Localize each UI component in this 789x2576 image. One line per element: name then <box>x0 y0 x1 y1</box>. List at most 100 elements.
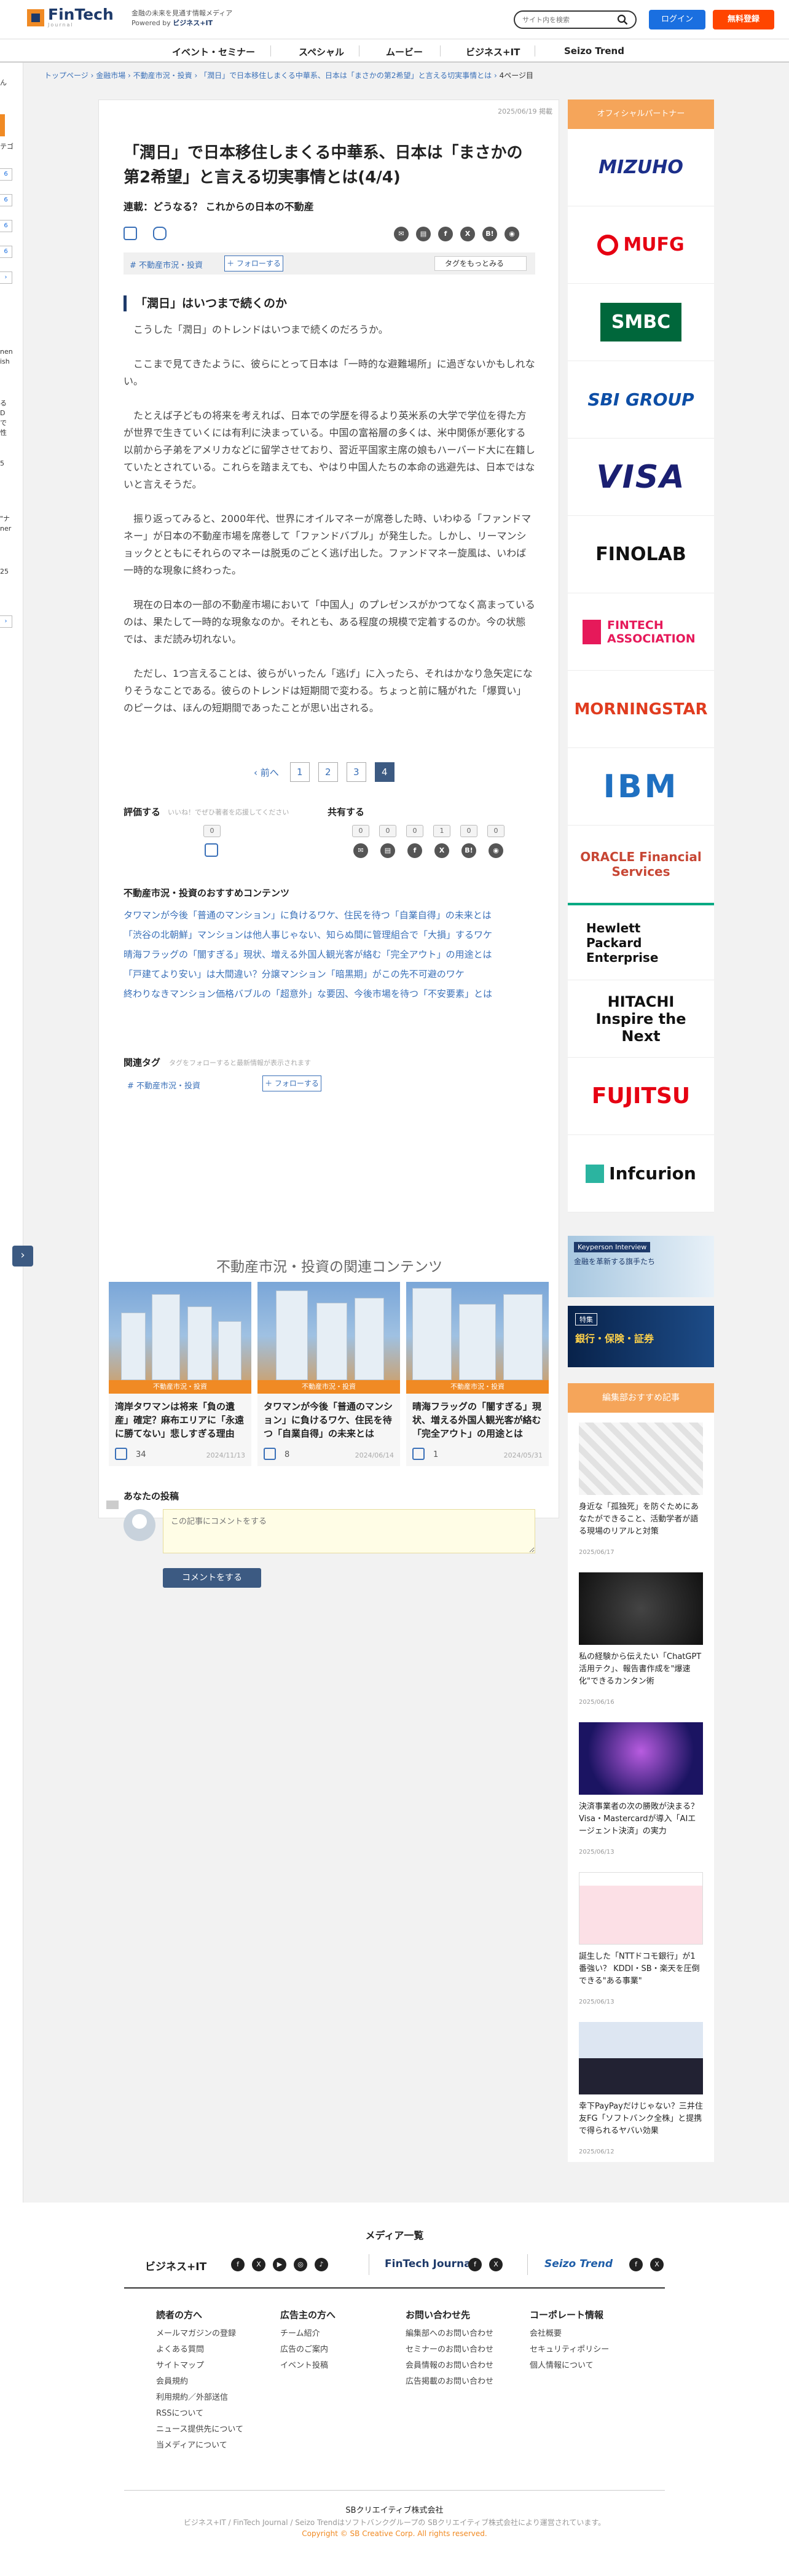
related-card-title[interactable]: 晴海フラッグの「闇すぎる」現状、増える外国人観光客が絡む「完全アウト」の用途とは <box>412 1400 543 1440</box>
chevron-right-icon[interactable]: › <box>0 615 12 628</box>
side-panel-badge[interactable]: 6 <box>0 246 12 258</box>
tagline-brand[interactable]: ビジネス+IT <box>173 19 213 27</box>
media-logo-business-it[interactable]: ビジネス+IT <box>145 2258 206 2273</box>
partner-logo[interactable]: MORNINGSTAR <box>568 671 714 748</box>
pagination-prev[interactable]: ‹ 前へ <box>254 766 279 779</box>
mail-share-icon[interactable]: ✉ <box>353 843 368 858</box>
tag-link[interactable]: # 不動産市況・投資 <box>130 259 203 270</box>
like-icon[interactable] <box>264 1448 276 1460</box>
pagination-page[interactable]: 1 <box>289 762 310 782</box>
pagination-page[interactable]: 2 <box>318 762 338 782</box>
breadcrumb-item[interactable]: 不動産市況・投資 <box>133 71 192 80</box>
related-card[interactable]: 不動産市況・投資 タワマンが今後「普通のマンション」に負けるワケ、住民を待つ「自… <box>257 1282 400 1466</box>
hatena-icon[interactable]: B! <box>482 227 497 241</box>
partner-logo[interactable]: Hewlett Packard Enterprise <box>568 903 714 980</box>
footer-link[interactable]: 利用規約／外部送信 <box>156 2391 228 2402</box>
footer-link[interactable]: RSSについて <box>156 2406 203 2418</box>
media-logo-fintech-journal[interactable]: FinTech Journal <box>385 2258 474 2270</box>
footer-link[interactable]: 広告のご案内 <box>280 2343 328 2354</box>
recommend-link[interactable]: 終わりなきマンション価格バブルの「超意外」な要因、今後市場を待つ「不安要素」とは <box>124 987 535 1000</box>
footer-link[interactable]: サイトマップ <box>156 2359 204 2370</box>
x-icon[interactable]: X <box>460 227 475 241</box>
editor-pick-item[interactable]: 誕生した「NTTドコモ銀行」が1番強い？ KDDI・SB・楽天を圧倒できる"ある… <box>568 1862 714 2012</box>
breadcrumb-item[interactable]: トップページ <box>44 71 88 80</box>
partner-logo[interactable]: Infcurion <box>568 1135 714 1212</box>
partner-logo[interactable]: HITACHI Inspire the Next <box>568 980 714 1058</box>
footer-link[interactable]: 広告掲載のお問い合わせ <box>406 2375 493 2386</box>
footer-link[interactable]: 個人情報について <box>530 2359 594 2370</box>
hatena-icon[interactable]: B! <box>461 843 476 858</box>
related-card[interactable]: 不動産市況・投資 晴海フラッグの「闇すぎる」現状、増える外国人観光客が絡む「完全… <box>406 1282 549 1466</box>
facebook-icon[interactable]: f <box>468 2258 482 2271</box>
footer-link[interactable]: よくある質問 <box>156 2343 204 2354</box>
editor-pick-title[interactable]: 幸下PayPayだけじゃない？三井住友FG「ソフトバンク全株」と提携で得られるヤ… <box>579 2101 703 2137</box>
footer-link[interactable]: メールマガジンの登録 <box>156 2327 236 2338</box>
related-card-title[interactable]: タワマンが今後「普通のマンション」に負けるワケ、住民を待つ「自業自得」の未来とは <box>264 1400 394 1440</box>
finance-feature-banner[interactable]: 特集 銀行・保険・証券 <box>568 1306 714 1367</box>
pagination-page[interactable]: 3 <box>346 762 366 782</box>
footer-link[interactable]: ニュース提供先について <box>156 2422 243 2434</box>
side-panel-badge[interactable]: 6 <box>0 168 12 181</box>
partner-logo[interactable]: SMBC <box>568 284 714 361</box>
mail-share-icon[interactable]: ✉ <box>394 227 409 241</box>
x-icon[interactable]: X <box>252 2258 265 2271</box>
footer-link[interactable]: チーム紹介 <box>280 2327 320 2338</box>
x-icon[interactable]: X <box>489 2258 503 2271</box>
footer-link[interactable]: 会員情報のお問い合わせ <box>406 2359 493 2370</box>
partner-logo[interactable]: SBI GROUP <box>568 361 714 439</box>
login-button[interactable]: ログイン <box>649 10 705 29</box>
partner-logo[interactable]: MIZUHO <box>568 129 714 206</box>
recommend-link[interactable]: 晴海フラッグの「闇すぎる」現状、増える外国人観光客が絡む「完全アウト」の用途とは <box>124 948 535 961</box>
breadcrumb-item[interactable]: 「潤日」で日本移住しまくる中華系、日本は「まさかの第2希望」と言える切実事情とは <box>200 71 492 80</box>
more-tags-button[interactable]: タグをもっとみる <box>434 256 527 271</box>
partner-logo[interactable]: FUJITSU <box>568 1058 714 1135</box>
side-panel-toggle-button[interactable]: › <box>12 1246 33 1267</box>
comment-input[interactable] <box>163 1509 535 1553</box>
editor-pick-title[interactable]: 決済事業者の次の勝敗が決まる？ Visa・Mastercardが導入「AIエージ… <box>579 1801 703 1838</box>
follow-tag-button[interactable]: ＋ フォローする <box>262 1075 321 1091</box>
editor-pick-item[interactable]: 決済事業者の次の勝敗が決まる？ Visa・Mastercardが導入「AIエージ… <box>568 1712 714 1862</box>
register-button[interactable]: 無料登録 <box>713 10 774 29</box>
like-icon[interactable] <box>124 227 137 240</box>
submit-comment-button[interactable]: コメントをする <box>163 1568 261 1588</box>
comment-icon[interactable] <box>153 227 167 240</box>
partner-logo[interactable]: MUFG <box>568 206 714 284</box>
like-icon[interactable] <box>412 1448 425 1460</box>
partner-logo[interactable]: IBM <box>568 748 714 825</box>
print-icon[interactable]: ▤ <box>416 227 431 241</box>
tag-link[interactable]: # 不動産市況・投資 <box>127 1079 200 1091</box>
partner-logo[interactable]: VISA <box>568 439 714 516</box>
footer-link[interactable]: 会員規約 <box>156 2375 188 2386</box>
footer-link[interactable]: 当メディアについて <box>156 2438 227 2450</box>
footer-link[interactable]: 編集部へのお問い合わせ <box>406 2327 493 2338</box>
nav-item-movie[interactable]: ムービー <box>386 45 423 58</box>
article-series[interactable]: 連載：どうなる？ これからの日本の不動産 <box>124 198 314 213</box>
editor-pick-title[interactable]: 誕生した「NTTドコモ銀行」が1番強い？ KDDI・SB・楽天を圧倒できる"ある… <box>579 1951 703 1988</box>
editor-pick-item[interactable]: 私の経験から伝えたい「ChatGPT活用テク」、報告書作成を"爆速化"できるカン… <box>568 1563 714 1712</box>
x-icon[interactable]: X <box>650 2258 664 2271</box>
footer-link[interactable]: 会社概要 <box>530 2327 562 2338</box>
tiktok-icon[interactable]: ♪ <box>315 2258 328 2271</box>
partner-logo[interactable]: ORACLE Financial Services <box>568 825 714 903</box>
footer-link[interactable]: セキュリティポリシー <box>530 2343 609 2354</box>
recommend-link[interactable]: 「渋谷の北朝鮮」マンションは他人事じゃない、知らぬ間に管理組合で「大損」するワケ <box>124 928 535 941</box>
editor-pick-title[interactable]: 私の経験から伝えたい「ChatGPT活用テク」、報告書作成を"爆速化"できるカン… <box>579 1651 703 1688</box>
chevron-right-icon[interactable]: › <box>0 271 12 284</box>
keyperson-banner[interactable]: Keyperson Interview 金融を革新する旗手たち <box>568 1236 714 1297</box>
recommend-link[interactable]: タワマンが今後「普通のマンション」に負けるワケ、住民を待つ「自業自得」の未来とは <box>124 908 535 921</box>
side-panel-badge[interactable]: 6 <box>0 194 12 206</box>
nav-item-business-it[interactable]: ビジネス+IT <box>466 45 520 58</box>
breadcrumb-item[interactable]: 金融市場 <box>96 71 125 80</box>
related-card-title[interactable]: 湾岸タワマンは将来「負の遺産」確定？麻布エリアに「永遠に勝てない」悲しすぎる理由 <box>115 1400 245 1440</box>
instagram-icon[interactable]: ◎ <box>294 2258 307 2271</box>
like-icon[interactable] <box>115 1448 127 1460</box>
youtube-icon[interactable]: ▶ <box>273 2258 286 2271</box>
report-icon[interactable] <box>106 1501 119 1509</box>
footer-link[interactable]: セミナーのお問い合わせ <box>406 2343 493 2354</box>
nav-item-special[interactable]: スペシャル <box>299 45 344 58</box>
site-logo[interactable]: FinTech Journal <box>27 7 114 28</box>
line-icon[interactable]: ◉ <box>504 227 519 241</box>
x-icon[interactable]: X <box>434 843 449 858</box>
print-icon[interactable]: ▤ <box>380 843 395 858</box>
like-icon[interactable] <box>205 843 218 857</box>
